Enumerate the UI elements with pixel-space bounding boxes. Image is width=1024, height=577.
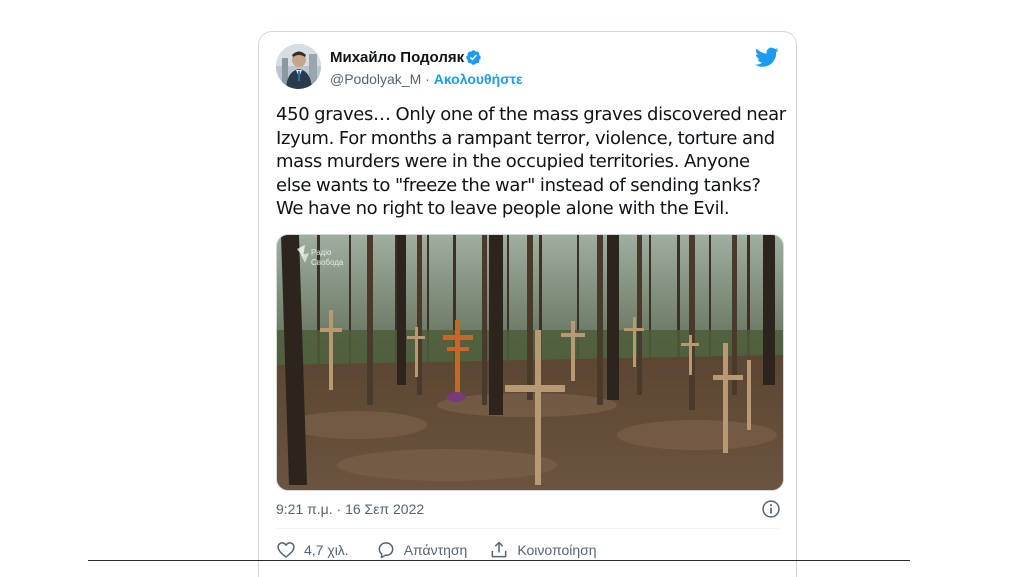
verified-badge-icon bbox=[466, 50, 481, 65]
svg-text:Радіо: Радіо bbox=[311, 248, 332, 257]
like-count: 4,7 χιλ. bbox=[304, 542, 349, 558]
info-icon[interactable] bbox=[761, 499, 781, 519]
avatar-photo bbox=[276, 44, 321, 89]
forest-graves-photo: Радіо Свобода bbox=[277, 235, 783, 490]
author-name[interactable]: Михайло Подоляк bbox=[330, 49, 464, 66]
like-button[interactable]: 4,7 χιλ. bbox=[276, 540, 349, 560]
page-bottom-rule bbox=[88, 560, 910, 561]
reply-label: Απάντηση bbox=[403, 542, 468, 558]
follow-link[interactable]: Ακολουθήστε bbox=[434, 71, 523, 87]
author-handle-row: @Podolyak_M · Ακολουθήστε bbox=[330, 71, 523, 87]
handle-separator: · bbox=[425, 71, 430, 87]
tweet-photo[interactable]: Радіо Свобода bbox=[276, 234, 784, 491]
tweet-actions-bar: 4,7 χιλ. Απάντηση Κοινοποίηση bbox=[276, 539, 597, 561]
share-icon bbox=[491, 541, 507, 558]
tweet-text: 450 graves… Only one of the mass graves … bbox=[276, 104, 786, 219]
actions-divider bbox=[276, 528, 781, 529]
twitter-bird-icon[interactable] bbox=[755, 47, 779, 68]
author-avatar[interactable] bbox=[276, 44, 321, 89]
embedded-tweet-card: Михайло Подоляк @Podolyak_M · Ακολουθήστ… bbox=[258, 31, 797, 577]
speech-bubble-icon bbox=[378, 542, 394, 559]
share-button[interactable]: Κοινοποίηση bbox=[489, 540, 597, 560]
reply-button[interactable]: Απάντηση bbox=[376, 540, 468, 560]
tweet-timestamp[interactable]: 9:21 π.μ. · 16 Σεπ 2022 bbox=[276, 501, 424, 517]
share-label: Κοινοποίηση bbox=[517, 542, 597, 558]
heart-icon bbox=[277, 542, 295, 558]
screenshot-stage: Михайло Подоляк @Podolyak_M · Ακολουθήστ… bbox=[0, 0, 1024, 577]
svg-text:Свобода: Свобода bbox=[311, 258, 344, 267]
author-handle[interactable]: @Podolyak_M bbox=[330, 71, 421, 87]
